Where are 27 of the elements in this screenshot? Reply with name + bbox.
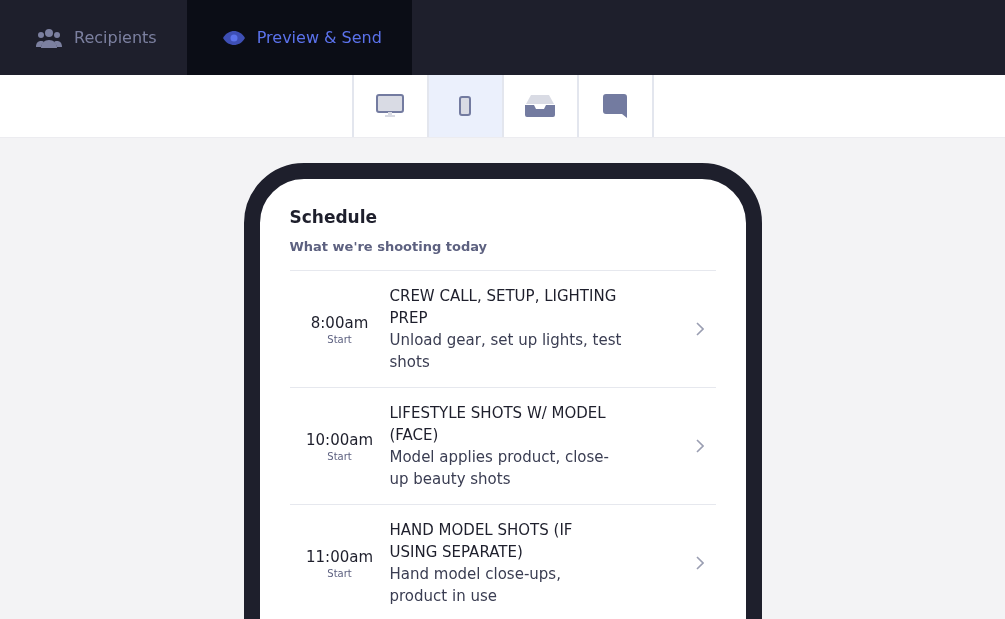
schedule-description: Model applies product, close-up beauty shots [389, 447, 610, 490]
chat-bubble-icon [603, 94, 627, 118]
device-tab[interactable] [576, 75, 654, 137]
chevron-right-icon[interactable] [695, 439, 704, 453]
schedule-description: Hand model close-ups, product in use [389, 564, 562, 607]
schedule-description: Unload gear, set up lights, test shots [389, 330, 622, 373]
users-icon [36, 27, 62, 48]
schedule-time: 8:00am [310, 313, 369, 332]
chevron-right-icon[interactable] [695, 322, 704, 336]
time-label: Start [327, 333, 352, 345]
schedule-title: LIFESTYLE SHOTS W/ MODEL (FACE) [389, 403, 607, 446]
schedule-time: 10:00am [306, 430, 373, 449]
schedule-time: 11:00am [306, 547, 373, 566]
schedule-title: HAND MODEL SHOTS (IF USING SEPARATE) [389, 520, 574, 563]
monitor-icon [376, 94, 404, 118]
preview-subtitle: What we're shooting today [289, 239, 716, 271]
nav-tab[interactable]: Recipients [0, 0, 187, 75]
schedule-title: CREW CALL, SETUP, LIGHTING PREP [389, 286, 618, 329]
nav-tab[interactable]: Preview & Send [186, 0, 412, 75]
inbox-tray-icon [525, 95, 555, 117]
time-label: Start [327, 450, 352, 462]
eye-icon [222, 30, 245, 45]
smartphone-icon [459, 96, 471, 116]
time-label: Start [327, 567, 352, 579]
chevron-right-icon[interactable] [695, 556, 704, 570]
device-tab[interactable] [426, 75, 502, 137]
preview-title: Schedule [289, 207, 379, 227]
